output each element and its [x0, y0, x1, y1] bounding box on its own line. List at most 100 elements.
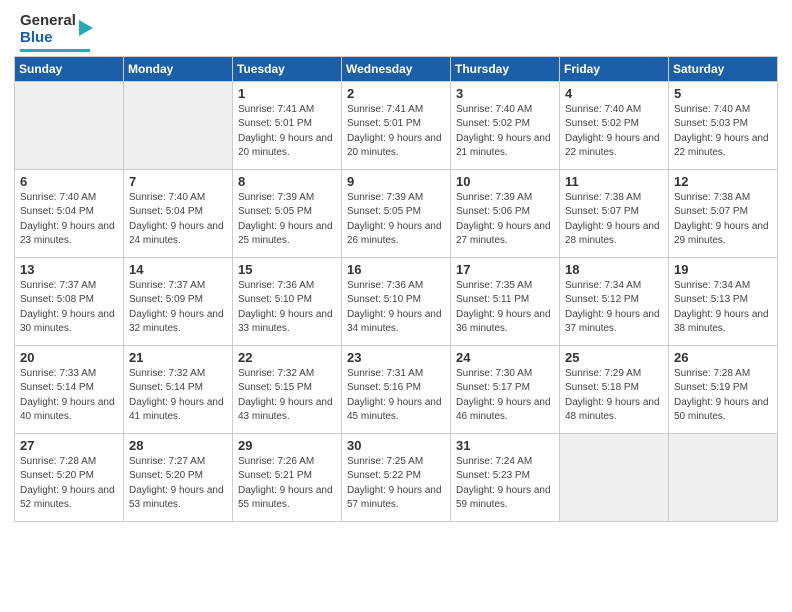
calendar-day-cell: 18 Sunrise: 7:34 AM Sunset: 5:12 PM Dayl…: [560, 257, 669, 345]
sunrise-label: Sunrise: 7:39 AM: [238, 192, 314, 203]
calendar: Sunday Monday Tuesday Wednesday Thursday…: [0, 56, 792, 532]
sunset-label: Sunset: 5:23 PM: [456, 470, 530, 481]
day-info: Sunrise: 7:32 AM Sunset: 5:15 PM Dayligh…: [238, 367, 336, 425]
sunset-label: Sunset: 5:10 PM: [238, 294, 312, 305]
col-sunday: Sunday: [15, 56, 124, 81]
sunrise-label: Sunrise: 7:40 AM: [565, 104, 641, 115]
calendar-day-cell: 10 Sunrise: 7:39 AM Sunset: 5:06 PM Dayl…: [451, 169, 560, 257]
daylight-label: Daylight: 9 hours and 48 minutes.: [565, 397, 660, 423]
day-info: Sunrise: 7:37 AM Sunset: 5:08 PM Dayligh…: [20, 279, 118, 337]
calendar-table: Sunday Monday Tuesday Wednesday Thursday…: [14, 56, 778, 522]
day-info: Sunrise: 7:26 AM Sunset: 5:21 PM Dayligh…: [238, 455, 336, 513]
daylight-label: Daylight: 9 hours and 43 minutes.: [238, 397, 333, 423]
calendar-day-cell: 20 Sunrise: 7:33 AM Sunset: 5:14 PM Dayl…: [15, 345, 124, 433]
sunrise-label: Sunrise: 7:37 AM: [129, 280, 205, 291]
daylight-label: Daylight: 9 hours and 41 minutes.: [129, 397, 224, 423]
day-info: Sunrise: 7:40 AM Sunset: 5:04 PM Dayligh…: [20, 191, 118, 249]
daylight-label: Daylight: 9 hours and 24 minutes.: [129, 221, 224, 247]
calendar-week-row: 20 Sunrise: 7:33 AM Sunset: 5:14 PM Dayl…: [15, 345, 778, 433]
day-number: 8: [238, 174, 336, 189]
sunrise-label: Sunrise: 7:34 AM: [674, 280, 750, 291]
daylight-label: Daylight: 9 hours and 34 minutes.: [347, 309, 442, 335]
day-info: Sunrise: 7:40 AM Sunset: 5:03 PM Dayligh…: [674, 103, 772, 161]
daylight-label: Daylight: 9 hours and 55 minutes.: [238, 485, 333, 511]
daylight-label: Daylight: 9 hours and 57 minutes.: [347, 485, 442, 511]
col-tuesday: Tuesday: [233, 56, 342, 81]
sunrise-label: Sunrise: 7:40 AM: [20, 192, 96, 203]
sunrise-label: Sunrise: 7:34 AM: [565, 280, 641, 291]
day-info: Sunrise: 7:33 AM Sunset: 5:14 PM Dayligh…: [20, 367, 118, 425]
day-info: Sunrise: 7:35 AM Sunset: 5:11 PM Dayligh…: [456, 279, 554, 337]
day-number: 14: [129, 262, 227, 277]
day-info: Sunrise: 7:41 AM Sunset: 5:01 PM Dayligh…: [238, 103, 336, 161]
daylight-label: Daylight: 9 hours and 22 minutes.: [565, 133, 660, 159]
calendar-week-row: 27 Sunrise: 7:28 AM Sunset: 5:20 PM Dayl…: [15, 433, 778, 521]
day-info: Sunrise: 7:37 AM Sunset: 5:09 PM Dayligh…: [129, 279, 227, 337]
sunset-label: Sunset: 5:01 PM: [238, 118, 312, 129]
calendar-day-cell: 17 Sunrise: 7:35 AM Sunset: 5:11 PM Dayl…: [451, 257, 560, 345]
day-number: 26: [674, 350, 772, 365]
calendar-header: Sunday Monday Tuesday Wednesday Thursday…: [15, 56, 778, 81]
sunrise-label: Sunrise: 7:39 AM: [456, 192, 532, 203]
day-number: 2: [347, 86, 445, 101]
calendar-day-cell: 27 Sunrise: 7:28 AM Sunset: 5:20 PM Dayl…: [15, 433, 124, 521]
calendar-day-cell: 6 Sunrise: 7:40 AM Sunset: 5:04 PM Dayli…: [15, 169, 124, 257]
sunset-label: Sunset: 5:10 PM: [347, 294, 421, 305]
day-info: Sunrise: 7:31 AM Sunset: 5:16 PM Dayligh…: [347, 367, 445, 425]
sunset-label: Sunset: 5:02 PM: [456, 118, 530, 129]
calendar-day-cell: 1 Sunrise: 7:41 AM Sunset: 5:01 PM Dayli…: [233, 81, 342, 169]
calendar-day-cell: 5 Sunrise: 7:40 AM Sunset: 5:03 PM Dayli…: [669, 81, 778, 169]
day-number: 1: [238, 86, 336, 101]
sunrise-label: Sunrise: 7:25 AM: [347, 456, 423, 467]
sunset-label: Sunset: 5:04 PM: [20, 206, 94, 217]
sunrise-label: Sunrise: 7:36 AM: [238, 280, 314, 291]
day-info: Sunrise: 7:40 AM Sunset: 5:04 PM Dayligh…: [129, 191, 227, 249]
day-info: Sunrise: 7:39 AM Sunset: 5:06 PM Dayligh…: [456, 191, 554, 249]
sunrise-label: Sunrise: 7:24 AM: [456, 456, 532, 467]
daylight-label: Daylight: 9 hours and 53 minutes.: [129, 485, 224, 511]
calendar-day-cell: 19 Sunrise: 7:34 AM Sunset: 5:13 PM Dayl…: [669, 257, 778, 345]
day-number: 10: [456, 174, 554, 189]
col-monday: Monday: [124, 56, 233, 81]
calendar-week-row: 6 Sunrise: 7:40 AM Sunset: 5:04 PM Dayli…: [15, 169, 778, 257]
calendar-body: 1 Sunrise: 7:41 AM Sunset: 5:01 PM Dayli…: [15, 81, 778, 521]
day-info: Sunrise: 7:41 AM Sunset: 5:01 PM Dayligh…: [347, 103, 445, 161]
sunset-label: Sunset: 5:07 PM: [674, 206, 748, 217]
daylight-label: Daylight: 9 hours and 20 minutes.: [238, 133, 333, 159]
logo-text-general: General: [20, 12, 76, 29]
sunset-label: Sunset: 5:17 PM: [456, 382, 530, 393]
header-row: Sunday Monday Tuesday Wednesday Thursday…: [15, 56, 778, 81]
sunrise-label: Sunrise: 7:36 AM: [347, 280, 423, 291]
day-info: Sunrise: 7:28 AM Sunset: 5:19 PM Dayligh…: [674, 367, 772, 425]
day-info: Sunrise: 7:38 AM Sunset: 5:07 PM Dayligh…: [674, 191, 772, 249]
calendar-day-cell: 26 Sunrise: 7:28 AM Sunset: 5:19 PM Dayl…: [669, 345, 778, 433]
calendar-day-cell: [560, 433, 669, 521]
sunrise-label: Sunrise: 7:31 AM: [347, 368, 423, 379]
calendar-day-cell: 8 Sunrise: 7:39 AM Sunset: 5:05 PM Dayli…: [233, 169, 342, 257]
day-info: Sunrise: 7:34 AM Sunset: 5:13 PM Dayligh…: [674, 279, 772, 337]
sunrise-label: Sunrise: 7:32 AM: [129, 368, 205, 379]
day-info: Sunrise: 7:38 AM Sunset: 5:07 PM Dayligh…: [565, 191, 663, 249]
day-number: 18: [565, 262, 663, 277]
calendar-day-cell: 16 Sunrise: 7:36 AM Sunset: 5:10 PM Dayl…: [342, 257, 451, 345]
day-number: 19: [674, 262, 772, 277]
day-number: 15: [238, 262, 336, 277]
day-info: Sunrise: 7:24 AM Sunset: 5:23 PM Dayligh…: [456, 455, 554, 513]
daylight-label: Daylight: 9 hours and 32 minutes.: [129, 309, 224, 335]
sunset-label: Sunset: 5:19 PM: [674, 382, 748, 393]
calendar-day-cell: 2 Sunrise: 7:41 AM Sunset: 5:01 PM Dayli…: [342, 81, 451, 169]
sunset-label: Sunset: 5:14 PM: [20, 382, 94, 393]
sunset-label: Sunset: 5:05 PM: [238, 206, 312, 217]
sunrise-label: Sunrise: 7:39 AM: [347, 192, 423, 203]
sunrise-label: Sunrise: 7:30 AM: [456, 368, 532, 379]
daylight-label: Daylight: 9 hours and 26 minutes.: [347, 221, 442, 247]
sunset-label: Sunset: 5:09 PM: [129, 294, 203, 305]
day-number: 16: [347, 262, 445, 277]
day-number: 6: [20, 174, 118, 189]
sunrise-label: Sunrise: 7:38 AM: [565, 192, 641, 203]
logo-text-blue: Blue: [20, 29, 53, 46]
day-info: Sunrise: 7:39 AM Sunset: 5:05 PM Dayligh…: [238, 191, 336, 249]
day-number: 3: [456, 86, 554, 101]
sunrise-label: Sunrise: 7:28 AM: [674, 368, 750, 379]
sunset-label: Sunset: 5:05 PM: [347, 206, 421, 217]
